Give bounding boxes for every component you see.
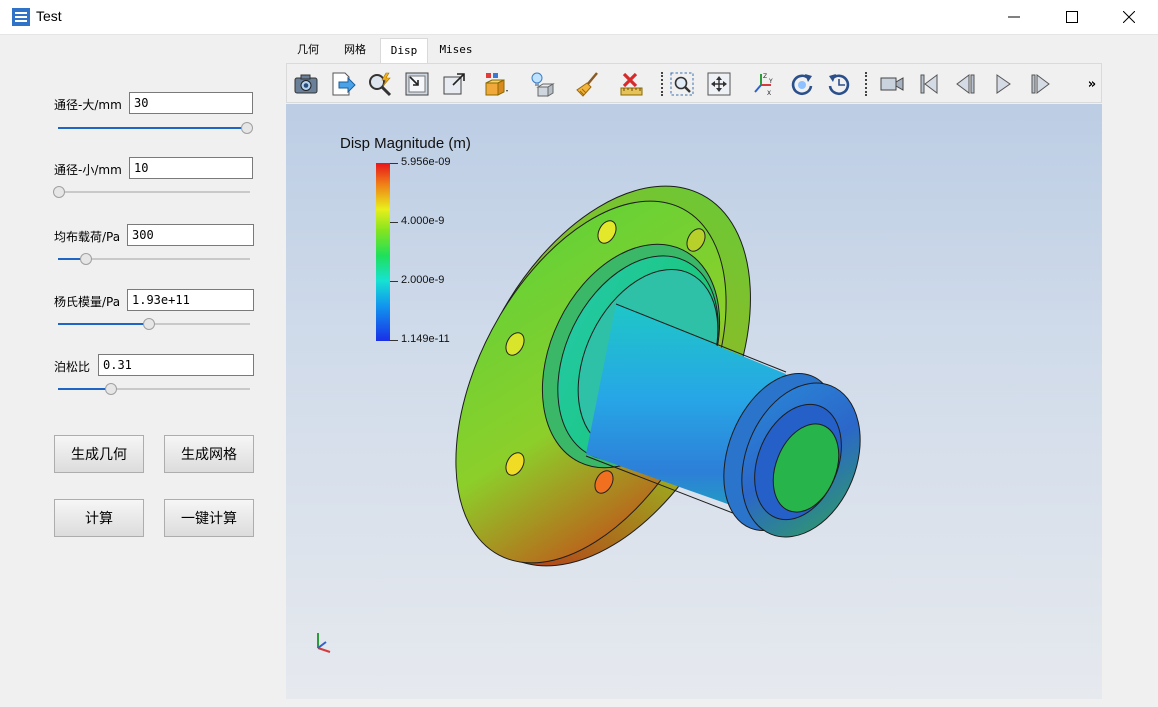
viewport-border xyxy=(1102,104,1108,699)
slider-thumb[interactable] xyxy=(241,122,254,134)
poisson-input[interactable]: 0.31 xyxy=(98,354,254,376)
cube-colors-icon xyxy=(485,73,508,96)
close-button[interactable] xyxy=(1100,0,1158,34)
legend-tick-label: 4.000e-9 xyxy=(401,215,445,227)
rotate-cw-icon xyxy=(791,74,813,96)
move-arrows-icon xyxy=(707,72,731,96)
previous-frame-icon xyxy=(956,74,975,94)
title-bar: Test xyxy=(0,0,1158,35)
param-label-diameter-large: 通径-大/mm xyxy=(54,98,122,112)
svg-text:Z: Z xyxy=(763,73,767,80)
play-icon xyxy=(996,74,1011,94)
slider-thumb[interactable] xyxy=(143,318,156,330)
slider-thumb[interactable] xyxy=(53,186,65,198)
one-click-compute-button[interactable]: 一键计算 xyxy=(164,499,254,537)
expand-view-icon xyxy=(443,73,465,95)
magnifier-bolt-icon xyxy=(369,72,392,97)
reset-view-icon xyxy=(405,72,429,96)
rotate-ccw-icon xyxy=(828,74,850,96)
lighting-dropdown[interactable] xyxy=(527,69,557,99)
next-frame-icon xyxy=(1031,74,1050,94)
export-arrow-icon xyxy=(332,72,356,96)
close-icon xyxy=(1123,11,1135,23)
generate-mesh-button[interactable]: 生成网格 xyxy=(164,435,254,473)
maximize-button[interactable] xyxy=(1043,0,1101,34)
slider-thumb[interactable] xyxy=(104,383,117,395)
generate-geometry-button[interactable]: 生成几何 xyxy=(54,435,144,473)
broom-icon xyxy=(576,72,598,97)
minimize-button[interactable] xyxy=(985,0,1043,34)
minimize-icon xyxy=(1008,16,1020,18)
light-bulb-icon xyxy=(531,72,555,97)
axes-xyz-icon: ZYX xyxy=(754,73,773,97)
pan-button[interactable] xyxy=(704,69,734,99)
load-slider[interactable] xyxy=(58,253,250,265)
axes-orientation-dropdown[interactable]: ZYX xyxy=(749,69,779,99)
tab-geometry[interactable]: 几何 xyxy=(287,38,329,62)
diameter-small-input[interactable]: 10 xyxy=(129,157,253,179)
legend-tick xyxy=(390,163,398,164)
diameter-small-slider[interactable] xyxy=(53,186,250,198)
camera-icon xyxy=(294,74,318,94)
legend-tick-label: 2.000e-9 xyxy=(401,274,445,286)
youngs-modulus-input[interactable]: 1.93e+11 xyxy=(127,289,254,311)
legend-min-label: 1.149e-11 xyxy=(401,333,450,345)
video-camera-icon xyxy=(880,77,904,91)
compute-button[interactable]: 计算 xyxy=(54,499,144,537)
toolbar-separator xyxy=(661,72,663,96)
zoom-to-box-button[interactable] xyxy=(667,69,697,99)
display-mode-dropdown[interactable] xyxy=(480,69,510,99)
youngs-modulus-slider[interactable] xyxy=(58,318,250,330)
render-viewport[interactable]: Disp Magnitude (m) 5.956e-09 4.000e-9 2.… xyxy=(286,104,1102,699)
rotate-ccw-button[interactable] xyxy=(824,69,854,99)
view-toolbar: ZYX » xyxy=(286,63,1102,103)
orientation-axes-icon xyxy=(317,633,331,653)
record-button[interactable] xyxy=(877,69,907,99)
svg-text:Y: Y xyxy=(768,78,773,85)
maximize-view-button[interactable] xyxy=(439,69,469,99)
diameter-large-input[interactable]: 30 xyxy=(129,92,253,114)
load-input[interactable]: 300 xyxy=(127,224,254,246)
previous-frame-button[interactable] xyxy=(951,69,981,99)
tab-mises[interactable]: Mises xyxy=(430,38,482,62)
legend-tick xyxy=(390,281,398,282)
color-scale-bar xyxy=(376,163,390,341)
first-frame-icon xyxy=(920,74,938,94)
zoom-box-icon xyxy=(670,72,694,96)
legend-max-label: 5.956e-09 xyxy=(401,156,451,168)
play-button[interactable] xyxy=(988,69,1018,99)
model-render xyxy=(455,185,861,567)
maximize-icon xyxy=(1066,11,1078,23)
toolbar-separator xyxy=(865,72,867,96)
tab-mesh[interactable]: 网格 xyxy=(333,38,377,62)
legend-tick xyxy=(390,222,398,223)
screenshot-button[interactable] xyxy=(291,69,321,99)
delete-dropdown[interactable] xyxy=(617,69,647,99)
svg-text:X: X xyxy=(767,90,771,97)
export-button[interactable] xyxy=(328,69,358,99)
slider-thumb[interactable] xyxy=(79,253,92,265)
zoom-magic-button[interactable] xyxy=(365,69,395,99)
tab-disp[interactable]: Disp xyxy=(380,38,428,63)
first-frame-button[interactable] xyxy=(914,69,944,99)
param-label-load: 均布载荷/Pa xyxy=(54,230,121,244)
delete-ruler-icon xyxy=(620,72,643,96)
window-title: Test xyxy=(36,8,62,24)
reset-view-button[interactable] xyxy=(402,69,432,99)
rotate-cw-button[interactable] xyxy=(787,69,817,99)
param-label-diameter-small: 通径-小/mm xyxy=(54,163,122,177)
param-label-youngs-modulus: 杨氏模量/Pa xyxy=(54,295,121,309)
param-label-poisson: 泊松比 xyxy=(54,360,91,374)
poisson-slider[interactable] xyxy=(58,383,250,395)
app-icon xyxy=(12,8,30,26)
diameter-large-slider[interactable] xyxy=(58,122,254,134)
legend-title: Disp Magnitude (m) xyxy=(340,135,471,152)
toolbar-overflow-button[interactable]: » xyxy=(1077,69,1107,99)
next-frame-button[interactable] xyxy=(1025,69,1055,99)
legend-tick xyxy=(390,340,398,341)
clear-button[interactable] xyxy=(573,69,603,99)
